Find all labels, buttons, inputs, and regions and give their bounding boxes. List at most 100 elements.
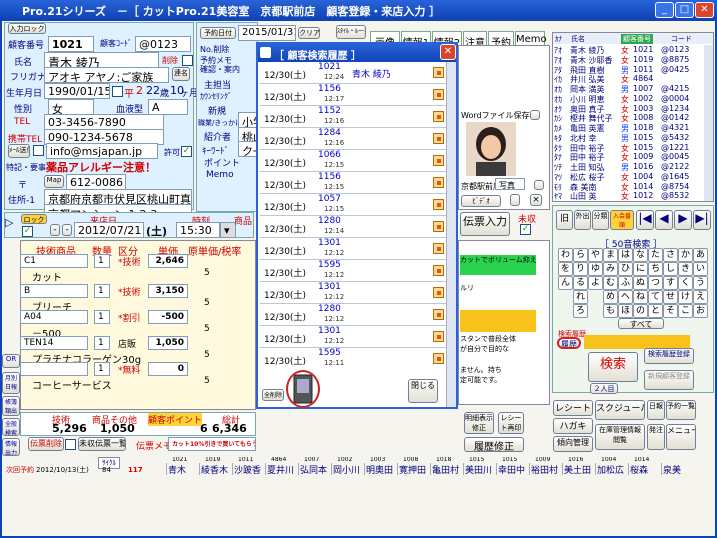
kana-key[interactable]: わ [558, 248, 573, 262]
all-kana-button[interactable]: すべて [618, 318, 664, 329]
zip-field[interactable]: 612-0086 [66, 174, 126, 190]
recent-visit-name[interactable]: 美土田 [562, 463, 594, 475]
history-row[interactable]: 12/30(土) 1301 12:12 [260, 238, 446, 260]
table-row[interactable]: A04 1 *割引 -500 5 －500 [20, 310, 256, 340]
next-date-button[interactable]: - [62, 224, 72, 236]
history-row[interactable]: 12/30(土) 1280 12:12 [260, 304, 446, 326]
customer-row[interactable]: ﾔﾏ 山田 英 女 1012 @8532 [553, 191, 703, 201]
unpaid-checkbox[interactable]: ✓ [520, 224, 531, 235]
order-button[interactable]: 発注 [647, 424, 665, 450]
tab-reserve[interactable]: 予約 [488, 31, 514, 49]
customer-row[interactable]: ﾀﾅ 田中 裕子女 1009 @0045 [553, 152, 703, 162]
era-checkbox[interactable] [112, 86, 123, 97]
customer-row[interactable]: ｶｼ 樫井 舞代子女 1008 @0142 [553, 113, 703, 123]
kana-key[interactable]: れ [573, 290, 588, 304]
history-row[interactable]: 12/30(土) 1301 12:12 [260, 282, 446, 304]
tab-notice[interactable]: 注意 [463, 31, 487, 49]
recent-visit-name[interactable]: 夏井川 [265, 463, 297, 475]
history-row[interactable]: 12/30(土) 1595 12:12 [260, 260, 446, 282]
kana-key[interactable]: さ [663, 248, 678, 262]
history-row[interactable]: 12/30(土) 1280 12:14 [260, 216, 446, 238]
history-open-icon[interactable] [433, 111, 444, 122]
tel-field[interactable]: 03-3456-7890 [44, 114, 164, 130]
kana-key[interactable]: あ [693, 248, 708, 262]
photo-nav-button[interactable] [510, 194, 520, 206]
kana-key[interactable]: ん [558, 276, 573, 290]
visit-lock-button[interactable]: ロック [21, 214, 47, 224]
customer-code-field[interactable]: @0123 [135, 36, 191, 52]
furigana-field[interactable]: アオキ アヤノ:ご家族 [44, 67, 169, 83]
kana-key[interactable]: へ [618, 290, 633, 304]
kana-key[interactable]: け [678, 290, 693, 304]
recent-visit-name[interactable]: 桜森 [628, 463, 660, 475]
mail-field[interactable]: info@msjapan.jp [46, 143, 158, 159]
kana-key[interactable]: せ [663, 290, 678, 304]
postcard-button[interactable]: ハガキ [553, 418, 593, 434]
menu-button[interactable]: メニュー [666, 424, 696, 450]
kana-key[interactable]: つ [648, 276, 663, 290]
history-open-icon[interactable] [433, 221, 444, 232]
kana-key[interactable]: く [678, 276, 693, 290]
birthdate-field[interactable]: 1990/01/15 [44, 83, 110, 99]
kana-key[interactable]: き [678, 262, 693, 276]
schedule-button[interactable]: スクジュール [595, 400, 645, 420]
tab-memo[interactable]: Memo [515, 31, 547, 45]
minimize-button[interactable]: _ [655, 2, 674, 18]
receipt-reprint-button[interactable]: レシート再印刷 [498, 412, 524, 434]
next-record-button[interactable]: ▶ [674, 210, 692, 230]
recent-visit-name[interactable]: 明奥田 [364, 463, 396, 475]
table-row[interactable]: B 1 *技術 3,150 5 ブリーチ [20, 284, 256, 314]
customer-row[interactable]: ﾏﾂ 松広 桜子女 1004 @1645 [553, 172, 703, 182]
slip-input-button[interactable]: 伝票入力 [460, 212, 510, 236]
table-row[interactable]: C1 1 *技術 2,646 5 カット [20, 254, 256, 284]
customer-row[interactable]: ﾂﾁ 土田 知弘男 1016 @2122 [553, 162, 703, 172]
kana-key[interactable]: い [693, 262, 708, 276]
recent-visit-name[interactable]: 美田川 [463, 463, 495, 475]
daily-report-button[interactable]: 日報 [647, 400, 665, 420]
style-register-button[interactable]: ｽﾀｲﾙ・ﾙ一括登録 [336, 25, 366, 39]
history-open-icon[interactable] [433, 155, 444, 166]
blood-select[interactable]: A [148, 99, 188, 115]
kana-key[interactable]: ち [648, 262, 663, 276]
kana-key[interactable]: り [573, 262, 588, 276]
info-output-button[interactable]: 情報出力 [2, 438, 20, 456]
recent-visit-name[interactable]: 幸田中 [496, 463, 528, 475]
customer-row[interactable]: ﾀｸ 田中 裕子女 1015 @1221 [553, 143, 703, 153]
history-row[interactable]: 12/30(土) 1156 12:15 [260, 172, 446, 194]
history-open-icon[interactable] [433, 133, 444, 144]
prev-date-button[interactable]: - [50, 224, 60, 236]
photo-delete-button[interactable]: × [530, 194, 542, 206]
history-open-icon[interactable] [433, 309, 444, 320]
kana-key[interactable]: を [558, 262, 573, 276]
history-row[interactable]: 12/30(土) 1595 12:11 [260, 348, 446, 367]
customer-row[interactable]: ｲｶ 井川 弘美女 4864 [553, 74, 703, 84]
kana-key[interactable]: す [663, 276, 678, 290]
detail-edit-button[interactable]: 明細表示修正 [464, 412, 494, 434]
customer-row[interactable]: ﾓﾘ森 美南女 1014 @8754 [553, 182, 703, 192]
ledger-output-button[interactable]: 帳簿類出力 [2, 396, 20, 416]
history-row[interactable]: 12/30(土) 1057 12:15 [260, 194, 446, 216]
history-edit-button[interactable]: 履歴修正 [464, 437, 524, 452]
kana-key[interactable]: み [603, 262, 618, 276]
kana-key[interactable]: て [648, 290, 663, 304]
customer-list-scrollbar[interactable] [704, 45, 713, 201]
customer-row[interactable]: ｵｶ 小川 明恵女 1002 @0004 [553, 94, 703, 104]
map-button[interactable]: Map [44, 175, 64, 188]
history-open-icon[interactable] [433, 67, 444, 78]
history-row[interactable]: 12/30(土) 1156 12:17 [260, 84, 446, 106]
kana-key[interactable]: は [618, 248, 633, 262]
global-search-button[interactable]: 全般検索 [2, 418, 20, 436]
or-button[interactable]: OR [2, 354, 20, 368]
recent-visit-name[interactable]: 岡小川 [331, 463, 363, 475]
permit-checkbox[interactable]: ✓ [181, 146, 192, 157]
visit-time-field[interactable]: 15:30 [176, 222, 220, 238]
monthly-report-button[interactable]: 月別日報 [2, 372, 20, 394]
reserve-list-button[interactable]: 予約一覧 [666, 400, 696, 420]
prev-record-button[interactable]: ◀ [655, 210, 673, 230]
customer-row[interactable]: ｵｶ 岡本 満英男 1007 @4215 [553, 84, 703, 94]
kana-key[interactable]: な [633, 248, 648, 262]
photo-button[interactable] [534, 180, 544, 190]
search-btn-out[interactable]: 外出 [574, 210, 591, 230]
kana-key[interactable]: お [693, 304, 708, 318]
reserve-date-field[interactable]: 2015/01/31 [238, 25, 296, 41]
